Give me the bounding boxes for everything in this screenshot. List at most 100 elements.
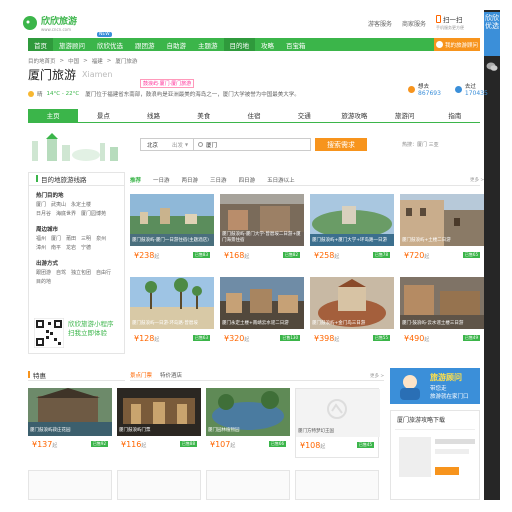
promo-sub: 带您走: [430, 386, 447, 392]
route-card[interactable]: 厦门鼓浪屿·厦门一日游住宿(主题酒店) ¥238起 已售83: [130, 194, 214, 270]
advisor-promo-banner[interactable]: 旅游顾问 带您走 旅游就在家门口: [390, 368, 480, 404]
nav-advisor[interactable]: 旅游顾问: [53, 38, 91, 51]
route-card[interactable]: 厦门鼓浪屿·厦门大学·曾厝垵二日游+厦门海景住宿 ¥168起 已售82: [220, 194, 304, 270]
nav-youxuan[interactable]: 欣欣优选 NEW: [91, 32, 129, 51]
search-button[interactable]: 搜索需求: [315, 138, 367, 151]
tab-hotel[interactable]: 住宿: [229, 109, 279, 123]
tab-manual[interactable]: 指南: [430, 109, 480, 123]
divider: [395, 429, 475, 430]
city-link[interactable]: 漳州: [36, 245, 46, 251]
city-link[interactable]: 龙岩: [66, 245, 76, 251]
guide-download-button[interactable]: [435, 467, 459, 475]
destination-tabs: 主页 景点 线路 美食 住宿 交通 旅游攻略 旅游问 指南: [28, 108, 480, 123]
tab-qa[interactable]: 旅游问: [380, 109, 430, 123]
tab-guides[interactable]: 旅游攻略: [329, 109, 379, 123]
dest-link[interactable]: 厦门园博苑: [81, 211, 106, 217]
city-link[interactable]: 莆田: [66, 236, 76, 242]
route-card[interactable]: 厦门鼓浪屿一日游·环岛路·曾厝垵 ¥128起 已售63: [130, 277, 214, 353]
route-tab-recommend[interactable]: 推荐: [130, 176, 141, 184]
tab-food[interactable]: 美食: [179, 109, 229, 123]
route-card[interactable]: 厦门鼓浪屿+厦门大学+环岛路一日游 ¥258起 已售78: [310, 194, 394, 270]
dest-link[interactable]: 日月谷: [36, 211, 51, 217]
route-card[interactable]: 厦门鼓浪屿+金门岛三日游 ¥398起 已售55: [310, 277, 394, 353]
route-tab-2day[interactable]: 两日游: [182, 176, 199, 184]
route-more-link[interactable]: 更多 >: [470, 177, 484, 183]
heading-bar: [36, 175, 38, 182]
my-advisor-button[interactable]: 我的旅游顾问: [434, 38, 480, 51]
site-logo[interactable]: 欣欣旅游 www.cncn.com: [22, 12, 102, 34]
want-count[interactable]: 想去 867693: [408, 82, 441, 97]
deal-card[interactable]: 厦门方特梦幻王国 ¥108起 已售45: [295, 388, 380, 458]
route-price: 168: [229, 251, 245, 260]
dest-link[interactable]: 海底世界: [56, 211, 76, 217]
app-download-box[interactable]: 扫一扫 手机服务更方便: [436, 14, 480, 36]
deal-card[interactable]: 厦门鼓浪屿菽庄花园 ¥137起 已售92: [28, 388, 112, 458]
deal-tab-hotels[interactable]: 特价酒店: [160, 371, 182, 379]
nav-theme-tour[interactable]: 主题游: [192, 38, 224, 51]
tab-transport[interactable]: 交通: [279, 109, 329, 123]
route-tab-4day[interactable]: 四日游: [239, 176, 256, 184]
nav-guide[interactable]: 攻略: [255, 38, 280, 51]
city-link[interactable]: 三明: [81, 236, 91, 242]
price-unit: 起: [141, 443, 147, 449]
deal-caption: 厦门园林植物园: [208, 428, 240, 433]
app-sub: 手机服务更方便: [436, 25, 464, 30]
mode-link[interactable]: 跟团游: [36, 270, 51, 276]
crumb-home[interactable]: 目的地首页: [28, 57, 56, 65]
route-tab-5day[interactable]: 五日游以上: [267, 176, 295, 184]
flag-icon: [454, 86, 462, 93]
nav-home[interactable]: 首页: [28, 38, 53, 51]
nav-toolbox[interactable]: 百宝箱: [280, 38, 312, 51]
from-select[interactable]: 北京 出发 ▼: [140, 138, 194, 151]
tab-home[interactable]: 主页: [28, 108, 79, 123]
logo-text: 欣欣旅游: [41, 17, 78, 27]
deal-more-link[interactable]: 更多 >: [370, 373, 384, 379]
crumb-fujian[interactable]: 福建: [92, 57, 103, 65]
deal-image: 厦门园林植物园: [206, 388, 290, 436]
hot-search[interactable]: 热搜：厦门 三亚: [402, 141, 439, 148]
deal-card[interactable]: 厦门园林植物园 ¥107起 已售66: [206, 388, 290, 458]
nav-group-tour[interactable]: 跟团游: [129, 38, 161, 51]
price-unit: 起: [230, 443, 236, 449]
price-unit: 起: [244, 337, 250, 343]
title-en: Xiamen: [82, 70, 113, 79]
route-tab-1day[interactable]: 一日游: [153, 176, 170, 184]
top-link-visitor[interactable]: 游客服务: [368, 19, 392, 28]
deal-card[interactable]: 厦门鼓浪屿门票 ¥116起 已售88: [117, 388, 201, 458]
placeholder-card: [295, 470, 379, 500]
city-link[interactable]: 泉州: [96, 236, 106, 242]
nav-destination[interactable]: 目的地: [223, 38, 255, 51]
crumb-china[interactable]: 中国: [68, 57, 79, 65]
route-card[interactable]: 厦门永定土楼+南靖云水谣二日游 ¥320起 已售130: [220, 277, 304, 353]
city-link[interactable]: 厦门: [51, 236, 61, 242]
title-badge[interactable]: 鼓浪屿·厦门·厦门旅游: [140, 79, 195, 88]
main-nav: 首页 旅游顾问 欣欣优选 NEW 跟团游 自助游 主题游 目的地 攻略 百宝箱: [28, 32, 480, 51]
dest-link[interactable]: 永定土楼: [71, 202, 91, 208]
city-link[interactable]: 福州: [36, 236, 46, 242]
mode-link[interactable]: 目的地: [36, 279, 51, 285]
route-price: 320: [229, 334, 245, 343]
route-card[interactable]: 厦门鼓浪屿+土楼二日游 ¥720起 已售65: [400, 194, 484, 270]
city-link[interactable]: 南平: [51, 245, 61, 251]
been-count[interactable]: 去过 170435: [454, 82, 488, 97]
qr-text: 欣欣旅游小程序 扫我立即体验: [68, 320, 114, 338]
nav-self-tour[interactable]: 自助游: [161, 38, 193, 51]
mode-link[interactable]: 自驾: [56, 270, 66, 276]
sidebar-promo[interactable]: 欣欣优选: [484, 12, 500, 56]
route-card[interactable]: 厦门·鼓浪屿·云水谣土楼三日游 ¥490起 已售49: [400, 277, 484, 353]
deal-tab-tickets[interactable]: 景点门票: [130, 371, 152, 379]
dest-link[interactable]: 厦门: [36, 202, 46, 208]
left-panel-heading: 目的地旅游线路: [28, 172, 125, 186]
destination-input[interactable]: 厦门: [194, 138, 311, 151]
city-link[interactable]: 宁德: [81, 245, 91, 251]
wechat-icon[interactable]: [486, 62, 498, 72]
tab-routes[interactable]: 线路: [128, 109, 178, 123]
tab-sights[interactable]: 景点: [78, 109, 128, 123]
dest-link[interactable]: 武夷山: [51, 202, 66, 208]
mode-link[interactable]: 自由行: [96, 270, 111, 276]
section-title: 出游方式: [36, 261, 59, 267]
search-icon: [198, 142, 203, 147]
route-tab-3day[interactable]: 三日游: [210, 176, 227, 184]
mode-link[interactable]: 独立包团: [71, 270, 91, 276]
top-link-merchant[interactable]: 商家服务: [402, 19, 426, 28]
